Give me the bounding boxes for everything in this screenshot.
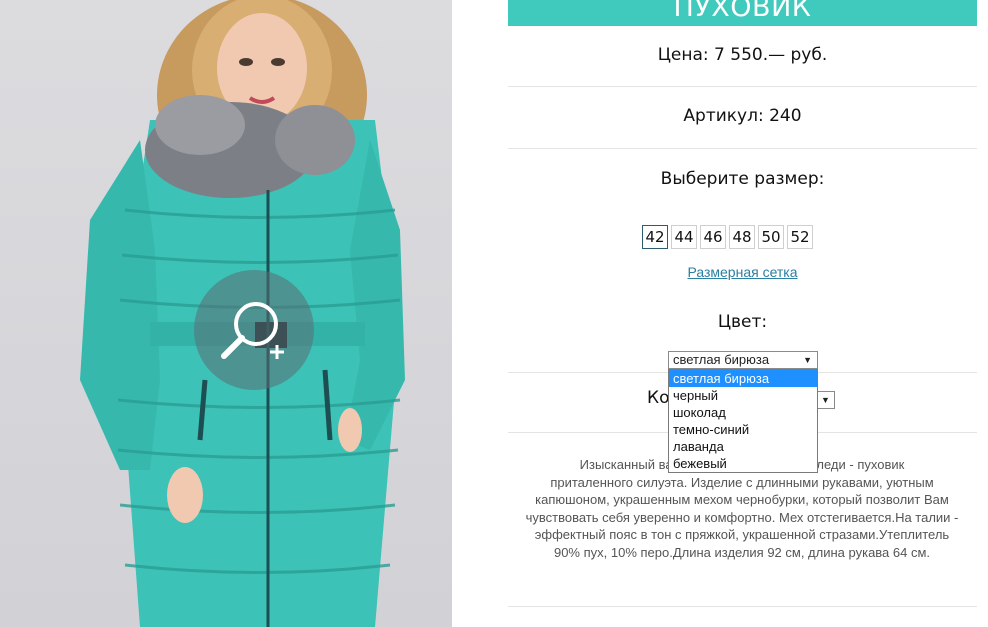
triangle-down-icon: ▼	[803, 355, 812, 365]
description-line: капюшоном, украшенным мехом чернобурки, …	[535, 492, 949, 507]
color-option[interactable]: бежевый	[669, 455, 817, 472]
color-select-value: светлая бирюза	[673, 352, 770, 367]
quantity-label: Ко	[647, 388, 670, 408]
color-option[interactable]: черный	[669, 387, 817, 404]
size-prompt: Выберите размер:	[660, 169, 825, 189]
size-option-46[interactable]: 46	[700, 225, 726, 249]
size-option-44[interactable]: 44	[671, 225, 697, 249]
size-option-50[interactable]: 50	[758, 225, 784, 249]
price-text: Цена: 7 550.— руб.	[657, 45, 828, 65]
size-option-48[interactable]: 48	[729, 225, 755, 249]
color-select[interactable]: светлая бирюза ▼	[668, 351, 818, 369]
color-label: Цвет:	[717, 312, 768, 332]
divider	[508, 148, 977, 149]
size-option-42[interactable]: 42	[642, 225, 668, 249]
product-title: ПУХОВИК	[508, 0, 977, 26]
divider	[508, 86, 977, 87]
size-option-52[interactable]: 52	[787, 225, 813, 249]
divider	[508, 606, 977, 607]
size-selector: 42 44 46 48 50 52	[642, 225, 813, 249]
product-photo[interactable]	[0, 0, 452, 627]
zoom-button[interactable]	[194, 270, 314, 390]
color-option[interactable]: светлая бирюза	[669, 370, 817, 387]
color-option[interactable]: темно-синий	[669, 421, 817, 438]
description-line: чувствовать себя уверенно и комфортно. М…	[525, 509, 959, 525]
color-option[interactable]: шоколад	[669, 404, 817, 421]
zoom-in-icon	[221, 302, 284, 359]
article-text: Артикул: 240	[683, 106, 802, 126]
color-dropdown-list: светлая бирюза черный шоколад темно-сини…	[668, 369, 818, 473]
quantity-select[interactable]: ▼	[816, 391, 835, 409]
description-line: 90% пух, 10% перо.Длина изделия 92 см, д…	[553, 544, 931, 560]
description-line: эффектный пояс в тон с пряжкой, украшенн…	[534, 527, 950, 542]
size-chart-link[interactable]: Размерная сетка	[508, 264, 977, 280]
description-line: приталенного силуэта. Изделие с длинными…	[550, 474, 934, 490]
color-option[interactable]: лаванда	[669, 438, 817, 455]
